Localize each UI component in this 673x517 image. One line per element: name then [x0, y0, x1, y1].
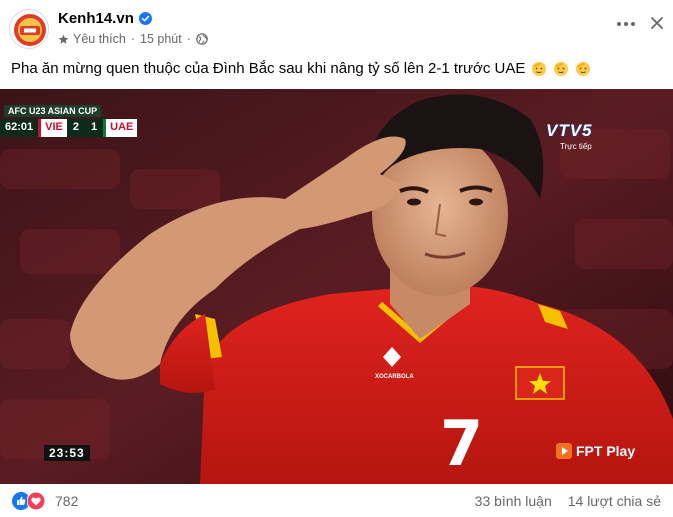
meta-separator: · — [130, 32, 135, 46]
caption-text: Pha ăn mừng quen thuộc của Đình Bắc sau … — [11, 60, 526, 77]
post-caption: Pha ăn mừng quen thuộc của Đình Bắc sau … — [11, 60, 591, 77]
streamer-label: FPT Play — [576, 443, 636, 459]
page-avatar[interactable] — [9, 9, 49, 49]
salute-emoji-icon — [554, 61, 569, 76]
salute-emoji-icon — [576, 61, 591, 76]
author-name-label[interactable]: Kenh14.vn — [58, 10, 134, 27]
reaction-count[interactable]: 782 — [55, 493, 78, 509]
post-photo[interactable]: AFC U23 ASIAN CUP 62:01 VIE 2 1 UAE VTV5… — [0, 89, 673, 484]
away-score: 1 — [85, 119, 104, 137]
score-row: 62:01 VIE 2 1 UAE — [0, 119, 138, 137]
match-clock: 62:01 — [0, 119, 39, 137]
shares-count[interactable]: 14 lượt chia sẻ — [568, 493, 661, 509]
away-team: UAE — [103, 119, 138, 137]
sponsor-label: XOCARBOLA — [375, 374, 414, 380]
post-stats: 33 bình luận 14 lượt chia sẻ — [475, 493, 661, 509]
meta-separator-2: · — [186, 32, 191, 46]
reactions-bar: 782 33 bình luận 14 lượt chia sẻ — [0, 484, 673, 517]
ellipsis-icon — [617, 22, 635, 26]
channel-logo-text: VTV5 — [546, 121, 593, 140]
home-score: 2 — [66, 119, 85, 137]
verified-badge-icon — [138, 12, 152, 25]
live-label: Trực tiếp — [560, 142, 592, 151]
more-options-button[interactable] — [614, 12, 638, 36]
competition-label: AFC U23 ASIAN CUP — [4, 105, 102, 117]
home-team: VIE — [38, 119, 67, 137]
love-icon — [27, 492, 45, 510]
close-icon — [651, 17, 663, 29]
scoreboard: AFC U23 ASIAN CUP 62:01 VIE 2 1 UAE — [0, 105, 150, 139]
star-icon — [58, 34, 69, 44]
author-name[interactable]: Kenh14.vn — [58, 10, 152, 27]
play-icon — [556, 443, 572, 459]
reaction-icons[interactable] — [12, 492, 45, 510]
post-header: Kenh14.vn Yêu thích · 15 phút · — [0, 0, 673, 52]
channel-logo: VTV5 Trực tiếp — [546, 121, 606, 151]
post-meta: Yêu thích · 15 phút · — [58, 32, 208, 46]
timestamp[interactable]: 15 phút — [140, 32, 182, 46]
globe-icon[interactable] — [196, 33, 208, 45]
reaction-type-label: Yêu thích — [73, 32, 126, 46]
jersey-number: 7 — [440, 407, 484, 480]
streamer-logo: FPT Play — [556, 443, 635, 459]
comments-count[interactable]: 33 bình luận — [475, 493, 552, 509]
close-post-button[interactable] — [646, 12, 668, 34]
salute-emoji-icon — [532, 61, 547, 76]
replay-clock: 23:53 — [44, 445, 90, 461]
